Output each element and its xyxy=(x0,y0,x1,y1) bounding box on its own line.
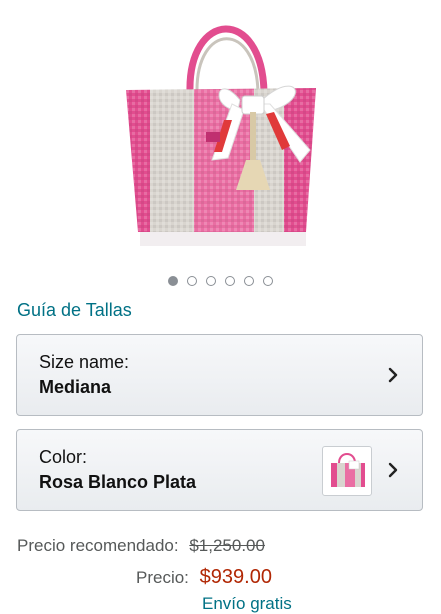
carousel-dot-1[interactable] xyxy=(168,276,178,286)
free-shipping-link[interactable]: Envío gratis xyxy=(202,594,292,614)
list-price-value: $1,250.00 xyxy=(189,536,265,555)
tote-thumbnail-icon xyxy=(331,453,365,487)
color-value: Rosa Blanco Plata xyxy=(39,472,197,492)
carousel-indicator xyxy=(0,272,441,290)
chevron-right-icon xyxy=(388,367,398,383)
tote-bag-illustration xyxy=(126,25,316,246)
carousel-dot-5[interactable] xyxy=(244,276,254,286)
size-value: Mediana xyxy=(39,377,112,397)
product-image[interactable] xyxy=(0,0,441,262)
carousel-dot-2[interactable] xyxy=(187,276,197,286)
size-label: Size name: xyxy=(39,352,130,372)
color-swatch-thumbnail xyxy=(322,446,372,496)
list-price-label: Precio recomendado: xyxy=(17,536,179,555)
carousel-dot-6[interactable] xyxy=(263,276,273,286)
size-guide-link[interactable]: Guía de Tallas xyxy=(17,300,132,321)
list-price-row: Precio recomendado: $1,250.00 xyxy=(17,536,265,556)
color-label: Color: xyxy=(39,447,88,467)
color-selector[interactable]: Color: Rosa Blanco Plata xyxy=(16,429,423,511)
carousel-dot-4[interactable] xyxy=(225,276,235,286)
price-value: $939.00 xyxy=(199,566,272,588)
carousel-dot-3[interactable] xyxy=(206,276,216,286)
price-label: Precio: xyxy=(136,568,189,587)
price-row: Precio: $939.00 xyxy=(136,566,272,589)
size-selector[interactable]: Size name: Mediana xyxy=(16,334,423,416)
chevron-right-icon xyxy=(388,462,398,478)
